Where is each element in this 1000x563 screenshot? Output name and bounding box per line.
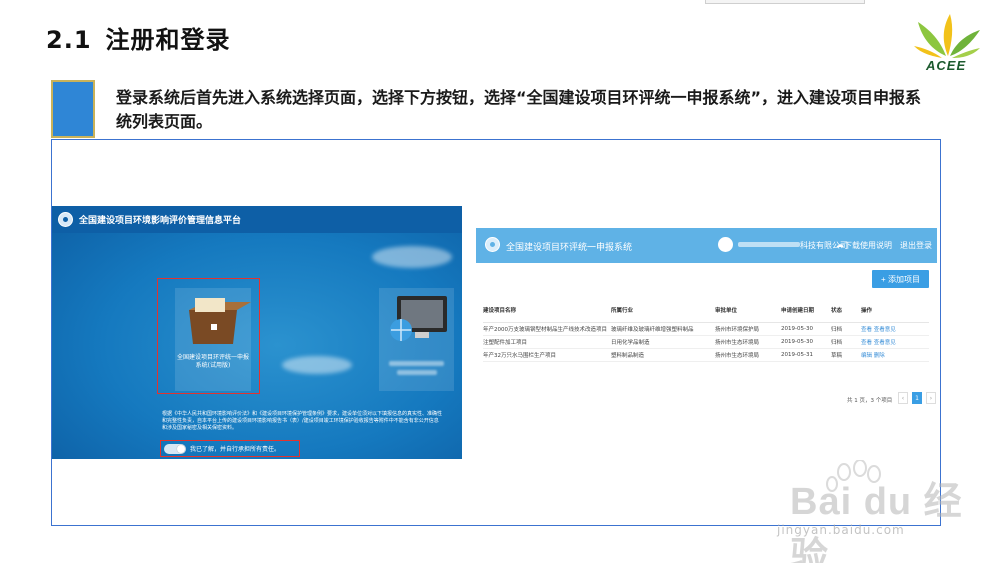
user-avatar-icon[interactable]	[718, 237, 733, 252]
col-created-date: 申请创建日期	[781, 298, 831, 323]
industry: 日用化学品制造	[611, 335, 715, 349]
pager-summary: 共 1 页，3 个项目	[847, 398, 893, 404]
row-actions[interactable]: 查看 查看意见	[861, 322, 929, 336]
download-manual-link[interactable]: 下载使用说明	[844, 240, 892, 251]
table-row: 年产2000万支玻璃钢型材制品生产线技术改造项目 玻璃纤维及玻璃纤维增强塑料制品…	[483, 322, 929, 336]
national-emblem-icon	[58, 212, 73, 227]
row-actions[interactable]: 查看 查看意见	[861, 335, 929, 349]
agree-text: 我已了解，并自行承担所有责任。	[190, 446, 281, 453]
project-name: 年产32万只水马围栏生产项目	[483, 348, 611, 362]
platform-header: 全国建设项目环境影响评价管理信息平台	[52, 206, 462, 233]
watermark-url: jingyan.baidu.com	[777, 523, 905, 537]
status: 归档	[831, 322, 861, 336]
slide-title: 2.1 注册和登录	[46, 20, 231, 55]
blurred-label	[389, 361, 444, 366]
notice-text: 根据《中华人民共和国环境影响评价法》和《建设项目环境保护管理条例》要求，建设单位…	[162, 411, 442, 432]
project-name: 注塑配件加工项目	[483, 335, 611, 349]
col-status: 状态	[831, 298, 861, 323]
agree-toggle[interactable]	[164, 443, 186, 454]
industry: 塑料制品制造	[611, 348, 715, 362]
intro-text: 登录系统后首先进入系统选择页面，选择下方按钮，选择“全国建设项目环评统一申报系统…	[116, 88, 922, 131]
agree-toggle-row[interactable]: 我已了解，并自行承担所有责任。	[160, 440, 300, 457]
logo-text: ACEE	[926, 58, 967, 73]
row-actions[interactable]: 编辑 删除	[861, 348, 929, 362]
status: 归档	[831, 335, 861, 349]
table-header-row: 建设项目名称 所属行业 审批单位 申请创建日期 状态 操作	[483, 298, 929, 323]
project-table: 建设项目名称 所属行业 审批单位 申请创建日期 状态 操作 年产2000万支玻璃…	[483, 298, 929, 362]
highlight-box	[157, 278, 260, 394]
national-emblem-icon	[485, 237, 500, 252]
project-list-screen: 全国建设项目环评统一申报系统 科技有限公司 ☁ 下载使用说明 退出登录 + 添加…	[476, 228, 937, 415]
add-project-button[interactable]: + 添加项目	[872, 270, 929, 288]
reporting-header: 全国建设项目环评统一申报系统 科技有限公司 ☁ 下载使用说明 退出登录	[476, 228, 937, 263]
col-project-name: 建设项目名称	[483, 298, 611, 323]
col-actions: 操作	[861, 298, 929, 323]
platform-title: 全国建设项目环境影响评价管理信息平台	[79, 216, 242, 226]
status: 草稿	[831, 348, 861, 362]
pager-prev-button[interactable]: ‹	[898, 392, 908, 404]
col-approver: 审批单位	[715, 298, 781, 323]
cloud-decoration	[282, 356, 352, 374]
top-tab-decoration	[705, 0, 865, 4]
monitor-globe-icon	[390, 296, 447, 341]
reporting-title: 全国建设项目环评统一申报系统	[506, 243, 633, 253]
system-selection-screen: 全国建设项目环境影响评价管理信息平台 全国建设项目环评统一申报系统(试用版) 根…	[52, 206, 462, 459]
blurred-username	[738, 242, 800, 247]
project-name: 年产2000万支玻璃钢型材制品生产线技术改造项目	[483, 322, 611, 336]
pager-page-1[interactable]: 1	[912, 392, 922, 404]
notice-lead: 根据《中华人民共和国环境影响评价法》和《建设项目环境保护管理条例》要求，建设单位…	[162, 411, 443, 431]
watermark-brand: Bai du 经验	[790, 481, 963, 563]
blurred-label	[397, 370, 437, 375]
cloud-download-icon: ☁	[836, 240, 844, 249]
approver: 扬州市生态环境局	[715, 348, 781, 362]
section-title: 注册和登录	[105, 26, 231, 54]
created-date: 2019-05-30	[781, 322, 831, 336]
created-date: 2019-05-30	[781, 335, 831, 349]
created-date: 2019-05-31	[781, 348, 831, 362]
col-industry: 所属行业	[611, 298, 715, 323]
table-row: 注塑配件加工项目 日用化学品制造 扬州市生态环境局 2019-05-30 归档 …	[483, 335, 929, 349]
intro-marker	[51, 80, 95, 138]
pager-next-button[interactable]: ›	[926, 392, 936, 404]
cloud-decoration	[372, 246, 452, 268]
approver: 扬州市环境保护局	[715, 322, 781, 336]
table-row: 年产32万只水马围栏生产项目 塑料制品制造 扬州市生态环境局 2019-05-3…	[483, 348, 929, 362]
other-system-tile[interactable]	[379, 288, 454, 391]
logout-link[interactable]: 退出登录	[900, 240, 932, 251]
approver: 扬州市生态环境局	[715, 335, 781, 349]
section-number: 2.1	[46, 26, 92, 54]
industry: 玻璃纤维及玻璃纤维增强塑料制品	[611, 322, 715, 336]
